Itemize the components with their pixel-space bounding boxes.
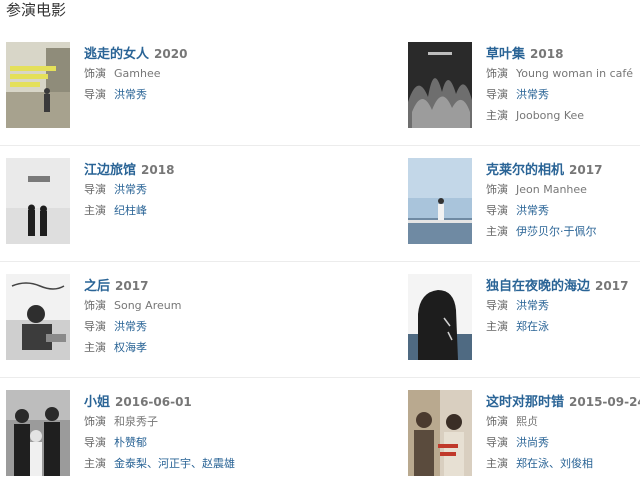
movie-poster-the-handmaiden[interactable] (6, 390, 70, 476)
film-card[interactable]: 独自在夜晚的海边 2017 导演 洪常秀 主演 郑在泳 (408, 274, 640, 364)
star-label: 主演 (486, 225, 508, 238)
director-label: 导演 (84, 183, 106, 196)
role-label: 饰演 (84, 67, 106, 80)
film-year: 2015-09-24 (569, 395, 640, 409)
film-title[interactable]: 江边旅馆 (84, 163, 136, 178)
film-row: 江边旅馆 2018 导演 洪常秀 主演 纪柱峰 克莱尔的相机 2017 饰演 J… (0, 145, 640, 261)
star-link[interactable]: 纪柱峰 (114, 204, 147, 217)
star-link[interactable]: 伊莎贝尔·于佩尔 (516, 225, 597, 238)
director-label: 导演 (486, 88, 508, 101)
role-value: Young woman in café (516, 67, 634, 80)
director-label: 导演 (486, 436, 508, 449)
film-year: 2016-06-01 (115, 395, 192, 409)
director-link[interactable]: 洪常秀 (114, 320, 147, 333)
film-info: 草叶集 2018 饰演 Young woman in café 导演 洪常秀 主演 Jo… (486, 43, 640, 126)
role-value: 熙贞 (516, 415, 538, 428)
role-value: 和泉秀子 (114, 415, 158, 428)
film-title[interactable]: 逃走的女人 (84, 47, 149, 62)
film-title[interactable]: 这时对那时错 (486, 395, 564, 410)
section-title: 参演电影 (6, 1, 67, 19)
movie-poster-hotel-by-the-river[interactable] (6, 158, 70, 244)
movie-poster-on-the-beach-at-night-alone[interactable] (408, 274, 472, 360)
star-label: 主演 (486, 457, 508, 470)
director-label: 导演 (84, 88, 106, 101)
star-link[interactable]: 郑在泳 (516, 320, 549, 333)
film-card[interactable]: 江边旅馆 2018 导演 洪常秀 主演 纪柱峰 (6, 158, 286, 248)
film-info: 这时对那时错 2015-09-24 饰演 熙贞 导演 洪尚秀 主演 郑在泳、刘俊相 (486, 391, 640, 474)
film-year: 2017 (569, 163, 603, 177)
film-info: 小姐 2016-06-01 饰演 和泉秀子 导演 朴赞郁 主演 金泰梨、河正宇、赵震雄 (84, 391, 284, 474)
star-label: 主演 (84, 457, 106, 470)
movie-poster-right-now-wrong-then[interactable] (408, 390, 472, 476)
director-link[interactable]: 洪常秀 (516, 204, 549, 217)
film-card[interactable]: 之后 2017 饰演 Song Areum 导演 洪常秀 主演 权海孝 (6, 274, 286, 364)
film-year: 2018 (530, 47, 564, 61)
star-label: 主演 (486, 320, 508, 333)
movie-poster-the-day-after[interactable] (6, 274, 70, 360)
role-value: Song Areum (114, 299, 182, 312)
star-value: Joobong Kee (516, 109, 585, 122)
film-year: 2017 (115, 279, 149, 293)
star-label: 主演 (486, 109, 508, 122)
film-year: 2018 (141, 163, 175, 177)
role-label: 饰演 (486, 67, 508, 80)
role-label: 饰演 (84, 415, 106, 428)
film-year: 2017 (595, 279, 629, 293)
director-label: 导演 (486, 204, 508, 217)
film-year: 2020 (154, 47, 188, 61)
director-link[interactable]: 洪常秀 (516, 88, 549, 101)
film-row: 逃走的女人 2020 饰演 Gamhee 导演 洪常秀 草叶集 2018 饰演 You (0, 30, 640, 145)
film-card[interactable]: 这时对那时错 2015-09-24 饰演 熙贞 导演 洪尚秀 主演 郑在泳、刘俊相 (408, 390, 640, 480)
film-info: 江边旅馆 2018 导演 洪常秀 主演 纪柱峰 (84, 159, 284, 221)
film-info: 独自在夜晚的海边 2017 导演 洪常秀 主演 郑在泳 (486, 275, 640, 337)
director-label: 导演 (486, 299, 508, 312)
movie-poster-claires-camera[interactable] (408, 158, 472, 244)
star-link[interactable]: 金泰梨、河正宇、赵震雄 (114, 457, 235, 470)
role-label: 饰演 (84, 299, 106, 312)
director-label: 导演 (84, 320, 106, 333)
film-info: 之后 2017 饰演 Song Areum 导演 洪常秀 主演 权海孝 (84, 275, 284, 358)
star-link[interactable]: 郑在泳、刘俊相 (516, 457, 593, 470)
director-link[interactable]: 洪常秀 (516, 299, 549, 312)
film-info: 克莱尔的相机 2017 饰演 Jeon Manhee 导演 洪常秀 主演 伊莎贝尔·于佩… (486, 159, 640, 242)
film-title[interactable]: 克莱尔的相机 (486, 163, 564, 178)
star-label: 主演 (84, 341, 106, 354)
movie-poster-the-woman-who-ran[interactable] (6, 42, 70, 128)
director-link[interactable]: 洪常秀 (114, 88, 147, 101)
movie-poster-grass[interactable] (408, 42, 472, 128)
role-value: Jeon Manhee (516, 183, 587, 196)
film-info: 逃走的女人 2020 饰演 Gamhee 导演 洪常秀 (84, 43, 284, 105)
film-title[interactable]: 草叶集 (486, 47, 525, 62)
star-link[interactable]: 权海孝 (114, 341, 147, 354)
film-title[interactable]: 小姐 (84, 395, 110, 410)
film-title[interactable]: 独自在夜晚的海边 (486, 279, 590, 294)
director-link[interactable]: 洪常秀 (114, 183, 147, 196)
role-label: 饰演 (486, 415, 508, 428)
film-grid: 逃走的女人 2020 饰演 Gamhee 导演 洪常秀 草叶集 2018 饰演 You (0, 30, 640, 493)
director-link[interactable]: 朴赞郁 (114, 436, 147, 449)
director-label: 导演 (84, 436, 106, 449)
film-card[interactable]: 草叶集 2018 饰演 Young woman in café 导演 洪常秀 主演 Jo… (408, 42, 640, 132)
star-label: 主演 (84, 204, 106, 217)
film-card[interactable]: 小姐 2016-06-01 饰演 和泉秀子 导演 朴赞郁 主演 金泰梨、河正宇、赵震雄 (6, 390, 286, 480)
director-link[interactable]: 洪尚秀 (516, 436, 549, 449)
role-label: 饰演 (486, 183, 508, 196)
film-row: 之后 2017 饰演 Song Areum 导演 洪常秀 主演 权海孝 独自在夜晚的海边… (0, 261, 640, 377)
film-card[interactable]: 逃走的女人 2020 饰演 Gamhee 导演 洪常秀 (6, 42, 286, 132)
role-value: Gamhee (114, 67, 161, 80)
film-card[interactable]: 克莱尔的相机 2017 饰演 Jeon Manhee 导演 洪常秀 主演 伊莎贝尔·于佩… (408, 158, 640, 248)
film-title[interactable]: 之后 (84, 279, 110, 294)
